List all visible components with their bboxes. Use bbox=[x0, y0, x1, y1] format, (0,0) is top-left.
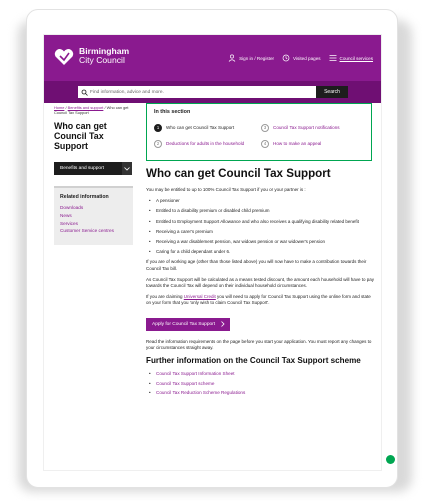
section-item-link[interactable]: Council Tax Support notifications bbox=[273, 125, 340, 132]
user-icon bbox=[228, 54, 236, 62]
related-link-downloads[interactable]: Downloads bbox=[60, 204, 127, 212]
council-services-menu[interactable]: Council services bbox=[329, 54, 373, 62]
search-icon bbox=[81, 89, 88, 96]
list-item: Receiving a war disablement pension, war… bbox=[146, 239, 376, 245]
search-bar: Find information, advice and more. Searc… bbox=[44, 81, 381, 103]
search-button[interactable]: Search bbox=[316, 86, 348, 98]
visited-pages-link[interactable]: Visited pages bbox=[282, 54, 321, 62]
further-link[interactable]: Council Tax Reduction Scheme Regulations bbox=[146, 390, 376, 396]
breadcrumb-separator: / bbox=[104, 105, 106, 110]
visited-pages-label: Visited pages bbox=[293, 55, 321, 61]
logo-line-2: City Council bbox=[79, 55, 125, 65]
section-item-1: 1 Who can get Council Tax Support bbox=[154, 124, 254, 132]
benefits-support-dropdown[interactable]: Benefits and support bbox=[54, 162, 132, 175]
sign-in-link[interactable]: Sign in / Register bbox=[228, 54, 274, 62]
related-link-customer-service[interactable]: Customer Service centres bbox=[60, 227, 127, 235]
menu-icon bbox=[329, 55, 337, 61]
chevron-right-icon bbox=[221, 321, 225, 327]
header-links: Sign in / Register Visited pages Council… bbox=[228, 54, 373, 62]
list-item: Caring for a child dependant under 6. bbox=[146, 249, 376, 255]
section-item-link[interactable]: Deductions for adults in the household bbox=[166, 141, 244, 148]
in-this-section-box: In this section 1 Who can get Council Ta… bbox=[146, 103, 372, 161]
related-link-news[interactable]: News bbox=[60, 212, 127, 220]
paragraph: If you are of working age (other than th… bbox=[146, 259, 367, 271]
text: If you are claiming bbox=[146, 294, 184, 300]
breadcrumb: Home / Benefits and support / Who can ge… bbox=[54, 105, 130, 115]
step-number: 4 bbox=[261, 140, 269, 148]
section-item-4[interactable]: 4 How to make an appeal bbox=[261, 140, 361, 148]
related-link-services[interactable]: Services bbox=[60, 220, 127, 228]
apply-button[interactable]: Apply for Council Tax Support bbox=[146, 317, 231, 331]
search-input[interactable]: Find information, advice and more. bbox=[78, 86, 316, 98]
main-content: Who can get Council Tax Support You may … bbox=[146, 167, 376, 400]
list-item: A pensioner bbox=[146, 198, 376, 204]
search-placeholder: Find information, advice and more. bbox=[90, 89, 164, 95]
paragraph: If you are claiming Universal Credit you… bbox=[146, 294, 376, 306]
section-item-label: Who can get Council Tax Support bbox=[166, 125, 235, 130]
apply-button-label: Apply for Council Tax Support bbox=[152, 321, 216, 327]
list-item: Entitled to a disability premium or disa… bbox=[146, 208, 376, 214]
left-page-title: Who can get Council Tax Support bbox=[54, 121, 107, 151]
chevron-down-icon bbox=[122, 162, 132, 175]
step-number: 1 bbox=[154, 124, 162, 132]
section-item-2[interactable]: 2 Deductions for adults in the household bbox=[154, 140, 254, 148]
paragraph: Read the information requirements on the… bbox=[146, 338, 372, 350]
further-info-heading: Further information on the Council Tax S… bbox=[146, 356, 361, 366]
web-page: Birmingham City Council Sign in / Regist… bbox=[43, 34, 382, 471]
related-title: Related information bbox=[60, 194, 109, 200]
list-item: Receiving a carer's premium bbox=[146, 229, 376, 235]
feedback-button[interactable] bbox=[386, 455, 395, 464]
intro-text: You may be entitled to up to 100% Counci… bbox=[146, 187, 306, 192]
section-title: In this section bbox=[154, 109, 191, 115]
further-link[interactable]: Council Tax Support Information Sheet bbox=[146, 371, 376, 377]
heart-logo-icon bbox=[54, 49, 74, 65]
list-item: Entitled to Employment Support Allowance… bbox=[146, 219, 376, 225]
paragraph: As Council Tax Support will be calculate… bbox=[146, 276, 375, 289]
history-icon bbox=[282, 54, 290, 62]
further-link[interactable]: Council Tax Support scheme bbox=[146, 381, 376, 387]
site-logo[interactable]: Birmingham City Council bbox=[79, 47, 129, 65]
section-item-3[interactable]: 3 Council Tax Support notifications bbox=[261, 124, 361, 132]
dropdown-label: Benefits and support bbox=[60, 166, 105, 171]
step-number: 3 bbox=[261, 124, 269, 132]
page-title: Who can get Council Tax Support bbox=[146, 167, 331, 180]
step-number: 2 bbox=[154, 140, 162, 148]
section-item-link[interactable]: How to make an appeal bbox=[273, 141, 321, 148]
device-frame: Birmingham City Council Sign in / Regist… bbox=[26, 9, 398, 488]
site-header: Birmingham City Council Sign in / Regist… bbox=[44, 35, 381, 81]
related-information: Related information Downloads News Servi… bbox=[54, 186, 133, 245]
council-services-label: Council services bbox=[339, 55, 373, 61]
universal-credit-link[interactable]: Universal Credit bbox=[184, 294, 216, 299]
sign-in-label: Sign in / Register bbox=[239, 55, 275, 61]
